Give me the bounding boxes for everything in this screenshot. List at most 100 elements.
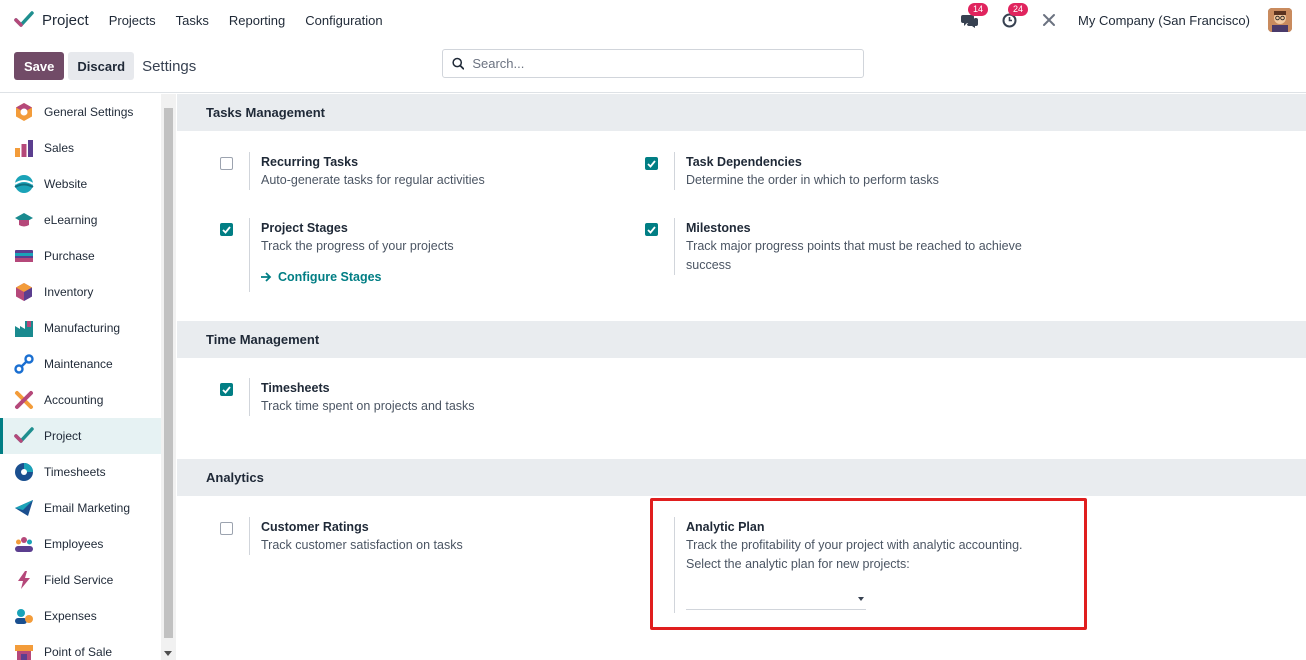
section-analytics-header: Analytics bbox=[177, 459, 1306, 496]
tools-icon bbox=[1043, 14, 1056, 26]
manufacturing-icon bbox=[15, 321, 33, 337]
sidebar-item-label: Expenses bbox=[44, 609, 97, 623]
project-icon bbox=[14, 427, 34, 443]
setting-timesheets: Timesheets Track time spent on projects … bbox=[213, 378, 593, 416]
sidebar-item-accounting[interactable]: Accounting bbox=[0, 382, 161, 418]
sidebar-item-inventory[interactable]: Inventory bbox=[0, 274, 161, 310]
timesheets-icon bbox=[15, 463, 33, 481]
setting-description: Determine the order in which to perform … bbox=[686, 173, 939, 187]
save-button[interactable]: Save bbox=[14, 52, 65, 80]
sidebar-item-label: Accounting bbox=[44, 393, 104, 407]
dropdown-caret-icon bbox=[858, 597, 864, 601]
sidebar-item-point-of-sale[interactable]: Point of Sale bbox=[0, 634, 161, 660]
sidebar-item-sales[interactable]: Sales bbox=[0, 130, 161, 166]
customer-ratings-checkbox[interactable] bbox=[220, 522, 233, 535]
messages-button[interactable]: 14 bbox=[958, 3, 989, 31]
arrow-right-icon bbox=[261, 272, 272, 282]
configure-stages-label[interactable]: Configure Stages bbox=[278, 270, 382, 284]
activities-badge: 24 bbox=[1008, 3, 1029, 16]
setting-project-stages: Project Stages Track the progress of you… bbox=[213, 218, 593, 292]
setting-title: Project Stages bbox=[261, 221, 348, 235]
project-stages-checkbox[interactable] bbox=[220, 223, 233, 236]
menu-configuration[interactable]: Configuration bbox=[305, 13, 382, 28]
activities-button[interactable]: 24 bbox=[998, 3, 1029, 31]
elearning-icon bbox=[15, 213, 33, 227]
debug-tools-button[interactable] bbox=[1038, 9, 1060, 31]
scroll-down-arrow-icon[interactable] bbox=[164, 651, 172, 656]
sidebar-item-email-marketing[interactable]: Email Marketing bbox=[0, 490, 161, 526]
recurring-tasks-checkbox[interactable] bbox=[220, 157, 233, 170]
sidebar-scrollbar[interactable] bbox=[161, 94, 176, 660]
sidebar-item-label: Manufacturing bbox=[44, 321, 121, 335]
analytic-plan-select-label: Select the analytic plan for new project… bbox=[686, 557, 910, 571]
setting-title: Task Dependencies bbox=[686, 155, 802, 169]
sidebar-item-maintenance[interactable]: Maintenance bbox=[0, 346, 161, 382]
sidebar-item-label: Project bbox=[44, 429, 82, 443]
sidebar-item-label: Website bbox=[44, 177, 88, 191]
task-dependencies-checkbox[interactable] bbox=[645, 157, 658, 170]
configure-stages-link[interactable]: Configure Stages bbox=[261, 270, 454, 284]
setting-title: Milestones bbox=[686, 221, 751, 235]
sidebar-item-expenses[interactable]: Expenses bbox=[0, 598, 161, 634]
sidebar-item-label: Timesheets bbox=[44, 465, 106, 479]
sidebar-item-manufacturing[interactable]: Manufacturing bbox=[0, 310, 161, 346]
company-switcher[interactable]: My Company (San Francisco) bbox=[1078, 13, 1250, 28]
expenses-icon bbox=[15, 609, 33, 624]
scrollbar-thumb[interactable] bbox=[164, 108, 173, 638]
setting-title: Recurring Tasks bbox=[261, 155, 359, 169]
sidebar-item-field-service[interactable]: Field Service bbox=[0, 562, 161, 598]
setting-description: Track time spent on projects and tasks bbox=[261, 399, 475, 413]
sidebar-item-label: Email Marketing bbox=[44, 501, 131, 515]
sidebar-item-label: Employees bbox=[44, 537, 104, 551]
discard-button[interactable]: Discard bbox=[68, 52, 135, 80]
setting-task-dependencies: Task Dependencies Determine the order in… bbox=[638, 152, 1058, 190]
checkmark-icon bbox=[222, 225, 231, 234]
sidebar-item-website[interactable]: Website bbox=[0, 166, 161, 202]
section-time-management-header: Time Management bbox=[177, 321, 1306, 358]
maintenance-icon bbox=[14, 354, 34, 374]
search-box[interactable] bbox=[442, 49, 864, 78]
sidebar-item-label: Point of Sale bbox=[44, 645, 113, 659]
setting-title: Analytic Plan bbox=[686, 520, 765, 534]
employees-icon bbox=[15, 537, 33, 552]
app-name[interactable]: Project bbox=[42, 12, 89, 29]
setting-description: Track customer satisfaction on tasks bbox=[261, 538, 463, 552]
setting-description: Track the progress of your projects bbox=[261, 239, 454, 253]
timesheets-checkbox[interactable] bbox=[220, 383, 233, 396]
menu-tasks[interactable]: Tasks bbox=[176, 13, 209, 28]
sidebar-item-general-settings[interactable]: General Settings bbox=[0, 94, 161, 130]
sidebar-item-purchase[interactable]: Purchase bbox=[0, 238, 161, 274]
page-title: Settings bbox=[142, 57, 197, 75]
messages-badge: 14 bbox=[968, 3, 989, 16]
search-input[interactable] bbox=[472, 56, 854, 71]
sidebar-item-label: Maintenance bbox=[44, 357, 113, 371]
menu-projects[interactable]: Projects bbox=[109, 13, 156, 28]
setting-title: Customer Ratings bbox=[261, 520, 369, 534]
setting-milestones: Milestones Track major progress points t… bbox=[638, 218, 1058, 275]
menu-reporting[interactable]: Reporting bbox=[229, 13, 285, 28]
setting-recurring-tasks: Recurring Tasks Auto-generate tasks for … bbox=[213, 152, 593, 190]
accounting-icon bbox=[15, 391, 33, 409]
user-avatar[interactable] bbox=[1268, 8, 1292, 32]
sidebar-item-label: Sales bbox=[44, 141, 75, 155]
sidebar-item-label: Field Service bbox=[44, 573, 114, 587]
setting-analytic-plan: Analytic Plan Track the profitability of… bbox=[638, 517, 1058, 613]
sidebar-item-timesheets[interactable]: Timesheets bbox=[0, 454, 161, 490]
setting-description: Auto-generate tasks for regular activiti… bbox=[261, 173, 485, 187]
app-brand[interactable]: Project bbox=[14, 11, 89, 29]
analytic-plan-select[interactable] bbox=[686, 588, 866, 610]
point-of-sale-icon bbox=[15, 645, 33, 660]
sales-icon bbox=[15, 140, 33, 157]
setting-description: Track the profitability of your project … bbox=[686, 538, 1023, 552]
milestones-checkbox[interactable] bbox=[645, 223, 658, 236]
sidebar-item-label: Purchase bbox=[44, 249, 95, 263]
sidebar-item-elearning[interactable]: eLearning bbox=[0, 202, 161, 238]
field-service-icon bbox=[18, 571, 30, 589]
checkmark-icon bbox=[647, 159, 656, 168]
sidebar-item-project[interactable]: Project bbox=[0, 418, 161, 454]
setting-customer-ratings: Customer Ratings Track customer satisfac… bbox=[213, 517, 593, 555]
checkmark-icon bbox=[222, 385, 231, 394]
sidebar-item-employees[interactable]: Employees bbox=[0, 526, 161, 562]
user-avatar-icon bbox=[1268, 8, 1292, 32]
top-navbar: Project Projects Tasks Reporting Configu… bbox=[0, 0, 1306, 40]
